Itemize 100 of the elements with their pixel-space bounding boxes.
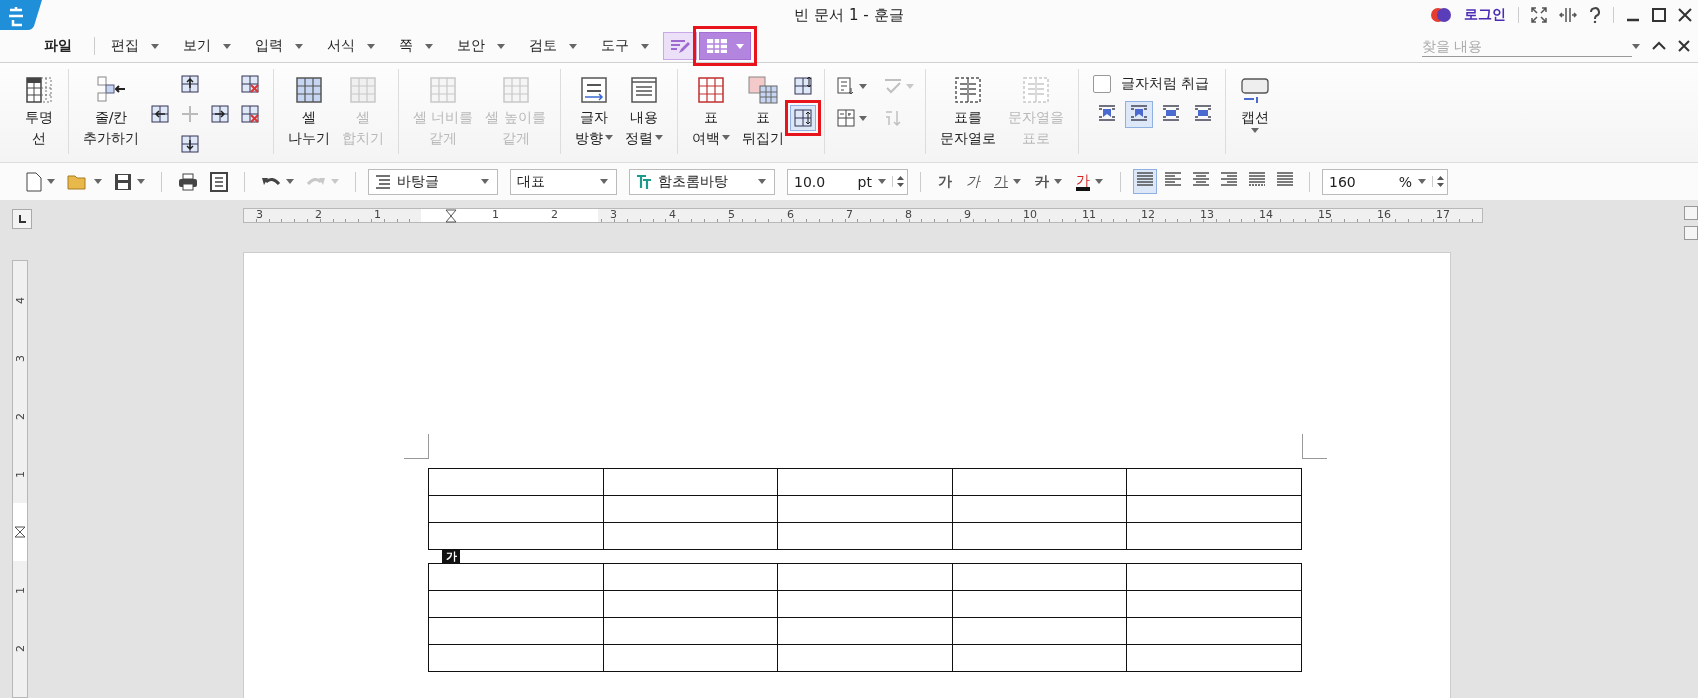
align-button[interactable]	[1133, 169, 1157, 194]
maximize-icon[interactable]	[1652, 8, 1666, 22]
menu-tab[interactable]: 검토	[519, 33, 587, 59]
ribbon-button[interactable]: 투명 선	[18, 69, 60, 162]
align-icon	[1220, 172, 1238, 188]
ruler-label: 3	[13, 354, 27, 362]
ribbon-button[interactable]: 캡션	[1233, 69, 1276, 162]
menu-tab[interactable]: 보기	[173, 33, 241, 59]
table-cell[interactable]	[1127, 618, 1302, 645]
table-cell[interactable]	[603, 523, 779, 550]
char-format-button[interactable]: 가	[1030, 170, 1067, 193]
ruler-label: 2	[314, 209, 323, 222]
fullscreen-icon[interactable]	[1531, 7, 1547, 23]
char-format-button[interactable]: 가	[961, 170, 985, 193]
ruler-label: 7	[845, 209, 854, 222]
window-title: 빈 문서 1 - 훈글	[794, 5, 904, 25]
caption-icon	[1239, 75, 1270, 105]
table-cell[interactable]	[1127, 645, 1302, 672]
menu-tab[interactable]: 보안	[447, 33, 515, 59]
table-cell[interactable]	[952, 564, 1128, 591]
scroll-button[interactable]	[1684, 206, 1698, 220]
caret-icon	[481, 179, 489, 184]
table-cell[interactable]	[603, 564, 779, 591]
pen-lines-icon	[670, 38, 690, 54]
scroll-button[interactable]	[1684, 226, 1698, 240]
menu-tab[interactable]: 도구	[591, 33, 659, 59]
close-icon[interactable]	[1678, 40, 1690, 52]
treat-as-char-checkbox[interactable]: 글자처럼 취급	[1092, 73, 1217, 95]
font-icon	[636, 173, 652, 190]
style-dropdown[interactable]: 바탕글	[368, 168, 498, 195]
table-cell[interactable]	[952, 469, 1128, 496]
table-cell[interactable]	[952, 645, 1128, 672]
chevron-up-icon[interactable]	[1652, 41, 1666, 51]
table-cell[interactable]	[778, 645, 953, 672]
table-grid-icon	[348, 75, 378, 105]
table-cell[interactable]	[778, 591, 953, 618]
table-cell[interactable]	[778, 496, 953, 523]
zoom-field[interactable]: 160 %	[1322, 168, 1448, 195]
table-cell[interactable]	[429, 496, 604, 523]
table-cell[interactable]	[429, 469, 604, 496]
ruler-label: 1	[373, 209, 382, 222]
char-format-button[interactable]: 가	[989, 170, 1026, 193]
table-cell[interactable]	[952, 523, 1128, 550]
table-cell[interactable]	[429, 564, 604, 591]
close-icon[interactable]	[1678, 8, 1692, 22]
user-icon	[1430, 6, 1452, 24]
table-cell[interactable]	[429, 618, 604, 645]
table-cell[interactable]	[429, 523, 604, 550]
folder-icon	[67, 172, 89, 191]
table-cell[interactable]	[778, 523, 953, 550]
help-icon[interactable]	[1589, 7, 1601, 23]
resize-icon[interactable]	[1559, 7, 1577, 23]
table-cell[interactable]	[952, 591, 1128, 618]
wrap-option-button[interactable]	[1124, 101, 1153, 128]
table-cell[interactable]	[603, 469, 779, 496]
table-cell[interactable]	[778, 618, 953, 645]
plus-icon	[180, 104, 200, 124]
ribbon-button[interactable]: 표 여백	[685, 69, 736, 162]
menu-tab[interactable]: 서식	[317, 33, 385, 59]
ribbon-button[interactable]: 줄/칸 추가하기	[77, 69, 145, 162]
menu-tab[interactable]: 쪽	[389, 33, 443, 59]
table-cell[interactable]	[429, 591, 604, 618]
table-delete-icon	[240, 74, 260, 94]
table-cell[interactable]	[778, 469, 953, 496]
ribbon-button[interactable]: 셀 나누기	[282, 69, 336, 162]
ruler-label: 1	[13, 586, 27, 594]
ruler-corner-button[interactable]	[12, 209, 32, 229]
menu-tab[interactable]: 편집	[101, 33, 169, 59]
table-cell[interactable]	[1127, 564, 1302, 591]
table-cell[interactable]	[1127, 523, 1302, 550]
table-cell[interactable]	[429, 645, 604, 672]
font-dropdown[interactable]: 함초롬바탕	[629, 168, 775, 195]
caret-icon	[758, 179, 766, 184]
font-size-field[interactable]: 10.0 pt	[787, 168, 908, 195]
ribbon-button[interactable]: 글자 방향	[568, 69, 619, 162]
indent-marker-icon[interactable]	[14, 526, 26, 538]
char-format-button[interactable]: 가	[933, 170, 957, 193]
table-cell[interactable]	[603, 591, 779, 618]
table-cell[interactable]	[603, 496, 779, 523]
table-cell[interactable]	[1127, 469, 1302, 496]
table-cell[interactable]	[1127, 591, 1302, 618]
list-insert-icon	[835, 76, 856, 96]
char-format-button[interactable]: 가	[1071, 170, 1108, 193]
table-grid-icon	[24, 75, 54, 105]
menu-tab[interactable]: 파일	[34, 33, 82, 59]
menu-tab[interactable]: 입력	[245, 33, 313, 59]
outline-dropdown[interactable]: 대표	[510, 168, 617, 195]
indent-marker-icon[interactable]	[444, 209, 457, 223]
table-cell[interactable]	[952, 618, 1128, 645]
search-field[interactable]: 찾을 내용	[1422, 35, 1632, 57]
table-cell[interactable]	[603, 645, 779, 672]
ribbon-button[interactable]: 내용 정렬	[618, 69, 669, 162]
table-cell[interactable]	[1127, 496, 1302, 523]
login-link[interactable]: 로그인	[1464, 6, 1506, 24]
table-cell[interactable]	[603, 618, 779, 645]
ruler-label: 9	[963, 209, 972, 222]
table-cell[interactable]	[952, 496, 1128, 523]
table-cell[interactable]	[778, 564, 953, 591]
ruler-label: 12	[1140, 209, 1156, 222]
ribbon-button[interactable]: 표를 문자열로	[933, 69, 1002, 162]
